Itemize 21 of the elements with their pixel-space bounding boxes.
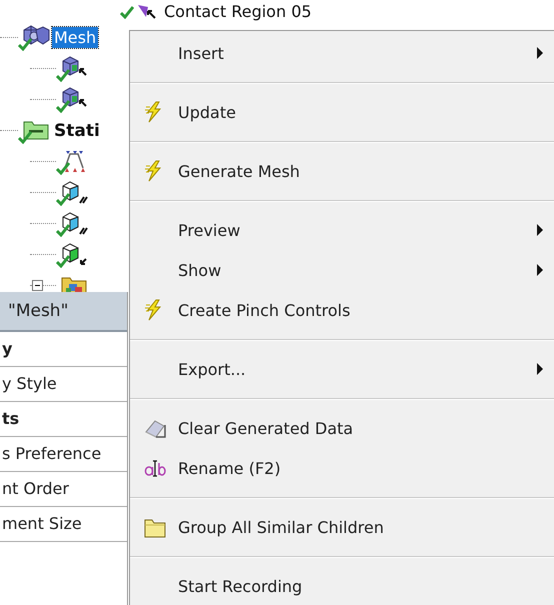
property-label: s Preference: [0, 437, 127, 472]
menu-item[interactable]: Show: [130, 250, 554, 290]
property-label: ts: [0, 402, 127, 437]
menu-item[interactable]: Export...: [130, 349, 554, 389]
property-label: y Style: [0, 367, 127, 402]
property-label: y: [0, 332, 127, 367]
menu-item[interactable]: Group All Similar Children: [130, 507, 554, 547]
menu-item[interactable]: Generate Mesh: [130, 151, 554, 191]
tree-item-label[interactable]: Mesh: [52, 27, 98, 48]
menu-item[interactable]: Update: [130, 92, 554, 132]
property-label: ment Size: [0, 507, 127, 542]
tree-item-label[interactable]: Stati: [52, 120, 102, 142]
menu-item[interactable]: Start Recording: [130, 566, 554, 605]
menu-item[interactable]: Clear Generated Data: [130, 408, 554, 448]
menu-item[interactable]: Rename (F2): [130, 448, 554, 488]
property-label: nt Order: [0, 472, 127, 507]
details-header: "Mesh": [0, 292, 127, 332]
menu-item[interactable]: Insert: [130, 33, 554, 73]
tree-item-label[interactable]: Contact Region 05: [162, 0, 314, 22]
menu-item[interactable]: Create Pinch Controls: [130, 290, 554, 330]
menu-item[interactable]: Preview: [130, 210, 554, 250]
